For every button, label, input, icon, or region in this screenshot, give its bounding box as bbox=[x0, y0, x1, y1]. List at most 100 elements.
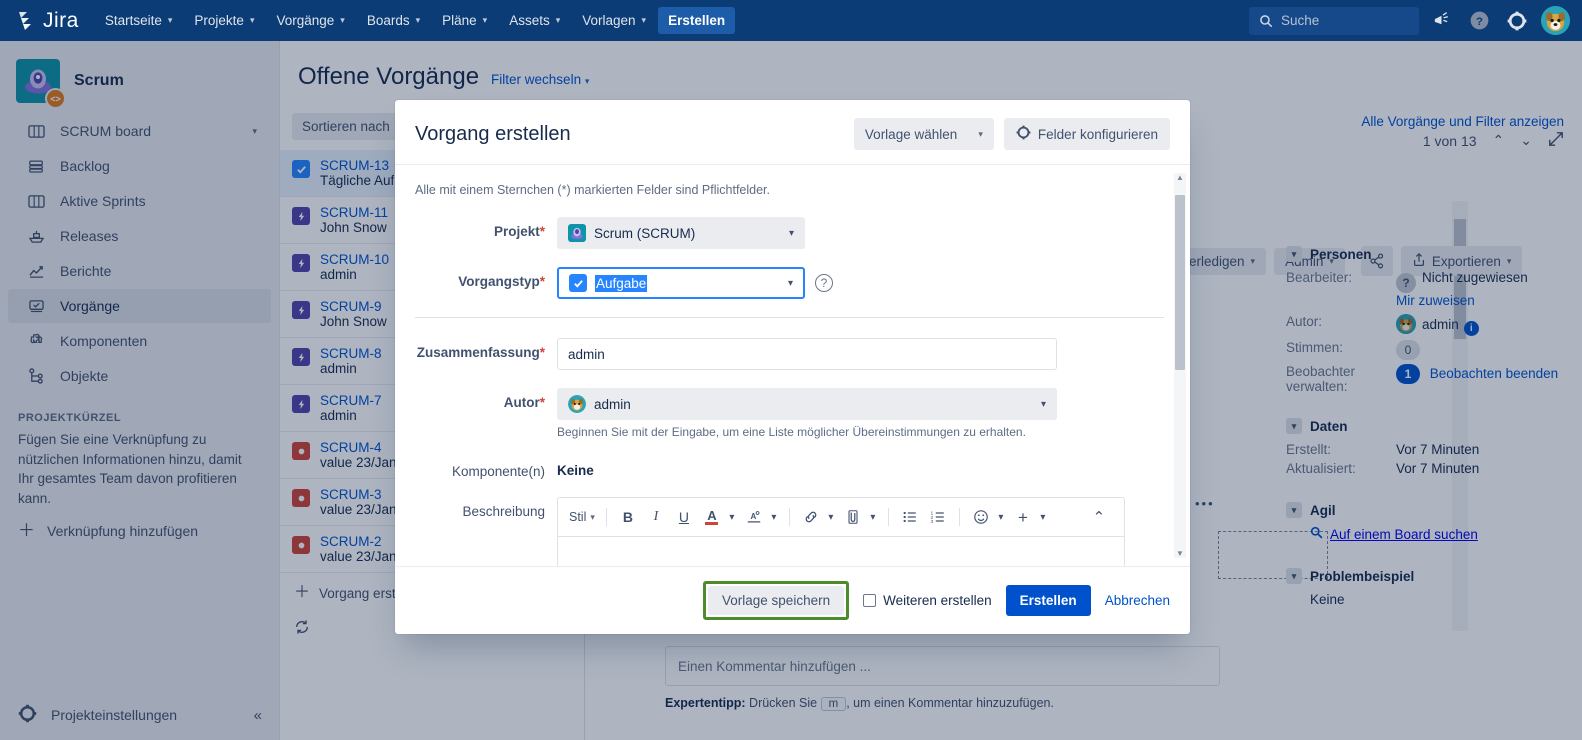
template-select[interactable]: Vorlage wählen ▾ bbox=[854, 118, 994, 150]
underline-button[interactable]: U bbox=[671, 504, 697, 530]
field-control: Aufgabe ▾ ? bbox=[557, 267, 805, 299]
project-select[interactable]: Scrum (SCRUM) ▾ bbox=[557, 217, 805, 249]
required-marker: * bbox=[540, 224, 545, 239]
link-group: ▾ bbox=[798, 504, 838, 530]
nav-item-boards[interactable]: Boards ▾ bbox=[357, 7, 430, 34]
chevron-down-icon: ▾ bbox=[556, 15, 561, 26]
dialog-title: Vorgang erstellen bbox=[415, 123, 854, 146]
emoji-icon[interactable] bbox=[968, 504, 994, 530]
link-icon[interactable] bbox=[798, 504, 824, 530]
field-row-beschreibung: Beschreibung Stil ▾ B I U bbox=[407, 497, 1164, 566]
configure-fields-button[interactable]: Felder konfigurieren bbox=[1004, 118, 1170, 150]
create-another-checkbox[interactable]: Weiteren erstellen bbox=[863, 593, 992, 608]
search-icon bbox=[1259, 14, 1273, 28]
chevron-down-icon: ▾ bbox=[340, 15, 345, 26]
user-avatar[interactable] bbox=[1541, 6, 1570, 35]
field-row-komponenten: Komponente(n) Keine bbox=[407, 457, 1164, 479]
bold-button[interactable]: B bbox=[615, 504, 641, 530]
field-label-text: Projekt bbox=[494, 224, 540, 239]
scroll-down-arrow[interactable]: ▼ bbox=[1176, 549, 1184, 558]
search-input[interactable]: Suche bbox=[1249, 7, 1419, 35]
attachment-icon[interactable] bbox=[840, 504, 866, 530]
toolbar-divider bbox=[606, 508, 607, 526]
chevron-down-icon[interactable]: ▾ bbox=[824, 504, 838, 530]
nav-item-projekte[interactable]: Projekte ▾ bbox=[184, 7, 264, 34]
chevron-down-icon[interactable]: ▾ bbox=[994, 504, 1008, 530]
chevron-down-icon: ▾ bbox=[416, 15, 421, 26]
summary-input[interactable]: admin bbox=[557, 338, 1057, 370]
dialog-footer: Vorlage speichern Weiteren erstellen Ers… bbox=[395, 566, 1190, 634]
chevron-down-icon: ▾ bbox=[788, 278, 793, 289]
nav-label: Pläne bbox=[442, 13, 477, 28]
configure-fields-label: Felder konfigurieren bbox=[1038, 127, 1158, 142]
help-icon[interactable]: ? bbox=[815, 274, 833, 292]
style-dropdown[interactable]: Stil ▾ bbox=[566, 504, 598, 530]
chevron-down-icon[interactable]: ▾ bbox=[866, 504, 880, 530]
nav-label: Startseite bbox=[105, 13, 162, 28]
nav-item-assets[interactable]: Assets ▾ bbox=[499, 7, 570, 34]
jira-logo-text: Jira bbox=[43, 9, 79, 33]
field-control: Scrum (SCRUM) ▾ bbox=[557, 217, 805, 249]
plus-icon[interactable]: + bbox=[1010, 504, 1036, 530]
field-row-projekt: Projekt* Scrum (SCRUM) ▾ bbox=[407, 217, 1164, 249]
insert-group: + ▾ bbox=[1010, 504, 1050, 530]
chevron-down-icon[interactable]: ▾ bbox=[725, 504, 739, 530]
reporter-select[interactable]: admin ▾ bbox=[557, 388, 1057, 420]
chevron-down-icon: ▾ bbox=[789, 228, 794, 239]
issue-type-task-icon bbox=[569, 274, 587, 292]
top-navigation-bar: Jira Startseite ▾ Projekte ▾ Vorgänge ▾ … bbox=[0, 0, 1582, 41]
save-template-highlight: Vorlage speichern bbox=[703, 581, 849, 620]
collapse-toolbar-icon[interactable]: ⌃ bbox=[1086, 504, 1112, 530]
nav-label: Vorlagen bbox=[582, 13, 635, 28]
required-marker: * bbox=[540, 274, 545, 289]
chevron-down-icon: ▾ bbox=[483, 15, 488, 26]
nav-item-startseite[interactable]: Startseite ▾ bbox=[95, 7, 183, 34]
dialog-form: Alle mit einem Sternchen (*) markierten … bbox=[395, 183, 1190, 566]
italic-label: I bbox=[654, 509, 659, 525]
megaphone-icon[interactable] bbox=[1425, 5, 1457, 37]
reporter-value: admin bbox=[594, 397, 631, 412]
italic-button[interactable]: I bbox=[643, 504, 669, 530]
save-template-button[interactable]: Vorlage speichern bbox=[708, 586, 844, 615]
required-fields-note: Alle mit einem Sternchen (*) markierten … bbox=[407, 183, 1164, 197]
jira-logo[interactable]: Jira bbox=[16, 9, 79, 33]
field-label: Projekt* bbox=[407, 217, 557, 239]
help-icon[interactable]: ? bbox=[1463, 5, 1495, 37]
cancel-button[interactable]: Abbrechen bbox=[1105, 593, 1170, 608]
required-marker: * bbox=[540, 345, 545, 360]
field-control: admin bbox=[557, 338, 1057, 370]
description-textarea[interactable] bbox=[558, 537, 1124, 566]
highlight-button[interactable]: A bbox=[741, 504, 767, 530]
chevron-down-icon[interactable]: ▾ bbox=[1036, 504, 1050, 530]
text-color-button[interactable]: A bbox=[699, 504, 725, 530]
create-button[interactable]: Erstellen bbox=[658, 7, 735, 34]
dialog-scrollbar[interactable]: ▲ ▼ bbox=[1174, 173, 1186, 558]
checkbox-box[interactable] bbox=[863, 594, 876, 607]
field-control: admin ▾ Beginnen Sie mit der Eingabe, um… bbox=[557, 388, 1057, 439]
settings-icon[interactable] bbox=[1501, 5, 1533, 37]
toolbar-divider bbox=[888, 508, 889, 526]
bullet-list-icon[interactable] bbox=[897, 504, 923, 530]
avatar bbox=[568, 395, 586, 413]
style-label: Stil bbox=[569, 510, 586, 524]
reporter-help-text: Beginnen Sie mit der Eingabe, um eine Li… bbox=[557, 425, 1057, 439]
gear-icon bbox=[1016, 125, 1031, 143]
scroll-up-arrow[interactable]: ▲ bbox=[1176, 173, 1184, 182]
form-divider bbox=[415, 317, 1164, 318]
scrollbar-thumb[interactable] bbox=[1175, 195, 1185, 370]
chevron-down-icon: ▾ bbox=[590, 512, 595, 523]
required-marker: * bbox=[540, 395, 545, 410]
field-label: Komponente(n) bbox=[407, 457, 557, 479]
numbered-list-icon[interactable]: 1 2 3 bbox=[925, 504, 951, 530]
issuetype-select[interactable]: Aufgabe ▾ bbox=[557, 267, 805, 299]
create-submit-button[interactable]: Erstellen bbox=[1006, 585, 1091, 616]
nav-item-vorlagen[interactable]: Vorlagen ▾ bbox=[572, 7, 656, 34]
chevron-down-icon: ▾ bbox=[1041, 399, 1046, 410]
underline-label: U bbox=[679, 509, 689, 525]
toolbar-divider bbox=[789, 508, 790, 526]
issuetype-value: Aufgabe bbox=[595, 275, 647, 292]
nav-item-plaene[interactable]: Pläne ▾ bbox=[432, 7, 497, 34]
chevron-down-icon[interactable]: ▾ bbox=[767, 504, 781, 530]
svg-text:3: 3 bbox=[930, 519, 933, 525]
nav-item-vorgaenge[interactable]: Vorgänge ▾ bbox=[266, 7, 354, 34]
